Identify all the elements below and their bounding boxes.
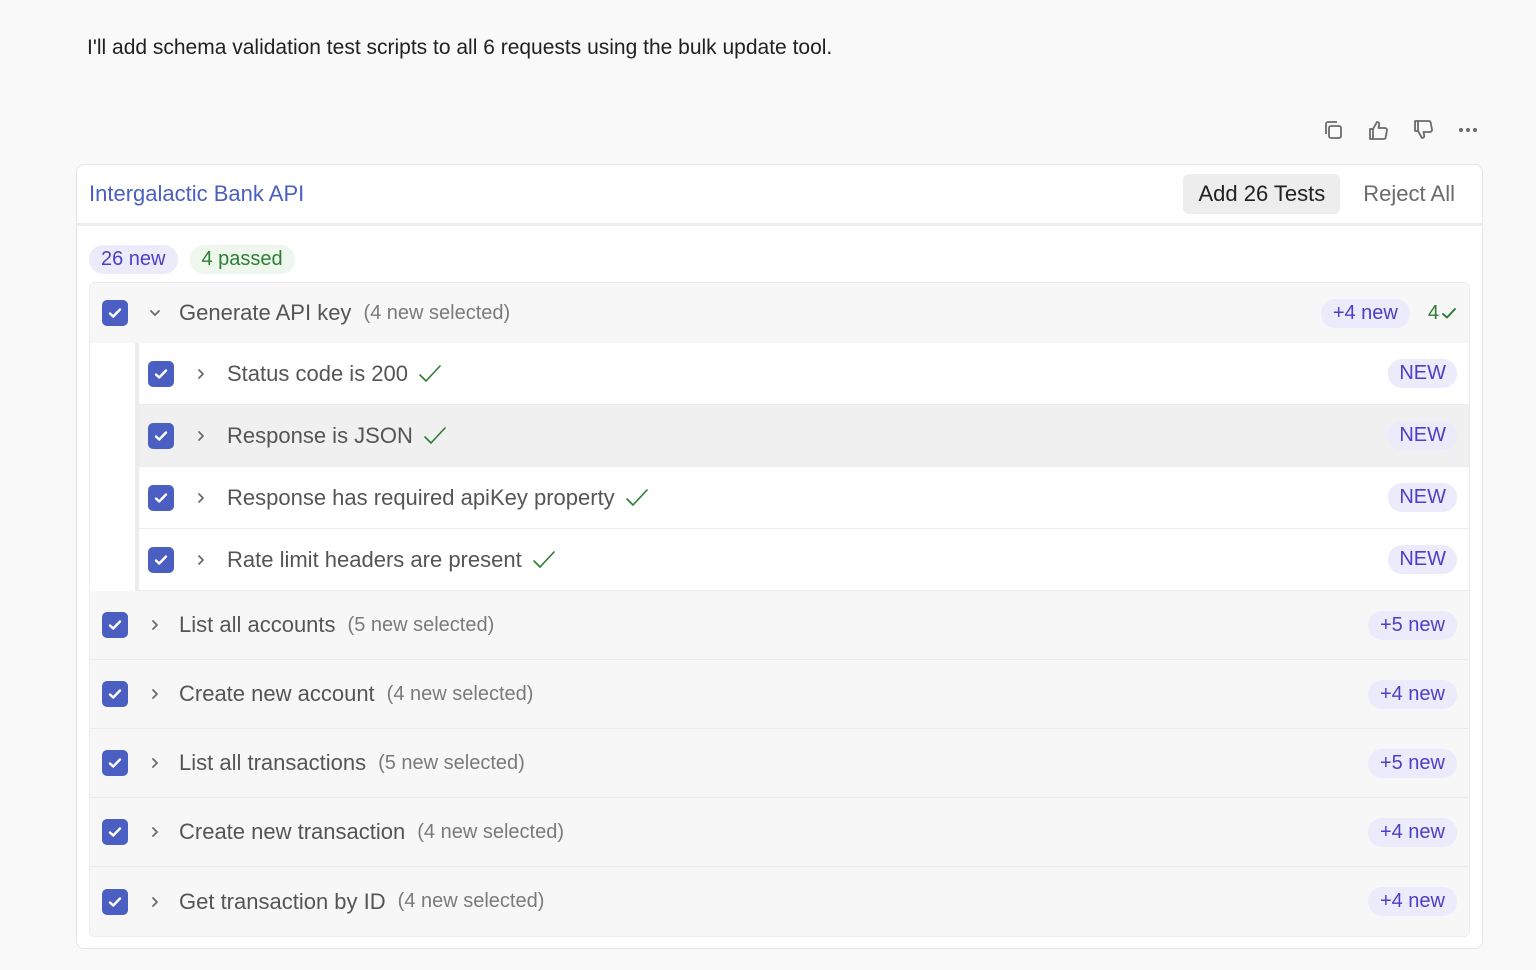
- group-new-badge: +5 new: [1367, 610, 1457, 640]
- group-subtitle: (4 new selected): [386, 682, 534, 705]
- request-group[interactable]: Create new transaction (4 new selected) …: [90, 798, 1469, 867]
- summary-badges: 26 new 4 passed: [77, 226, 1482, 281]
- chevron-right-icon[interactable]: [192, 554, 210, 566]
- group-checkbox[interactable]: [102, 819, 128, 845]
- test-review-panel: Intergalactic Bank API Add 26 Tests Reje…: [76, 164, 1483, 949]
- request-group[interactable]: List all transactions (5 new selected) +…: [90, 729, 1469, 798]
- group-checkbox[interactable]: [102, 300, 128, 326]
- request-group[interactable]: List all accounts (5 new selected) +5 ne…: [90, 591, 1469, 660]
- test-checkbox[interactable]: [148, 484, 174, 511]
- thumbs-up-icon[interactable]: [1366, 118, 1390, 142]
- group-new-badge: +4 new: [1320, 298, 1410, 328]
- check-icon: [423, 426, 447, 446]
- test-row[interactable]: Response is JSON NEW: [139, 405, 1469, 467]
- test-checkbox[interactable]: [148, 546, 174, 573]
- test-title: Response has required apiKey property: [227, 484, 615, 510]
- header-buttons: Add 26 Tests Reject All: [1183, 174, 1470, 214]
- chevron-right-icon[interactable]: [192, 430, 210, 442]
- group-title: Get transaction by ID: [179, 888, 386, 914]
- group-subtitle: (5 new selected): [378, 751, 525, 774]
- group-new-badge: +4 new: [1367, 679, 1457, 709]
- test-checkbox[interactable]: [148, 360, 174, 387]
- new-tag: NEW: [1388, 545, 1457, 574]
- request-group[interactable]: Create new account (4 new selected) +4 n…: [90, 660, 1469, 729]
- reject-all-button[interactable]: Reject All: [1348, 174, 1470, 214]
- group-title: List all accounts: [179, 612, 336, 637]
- group-checkbox[interactable]: [102, 888, 128, 915]
- group-badges: +4 new 4: [1320, 298, 1457, 328]
- chevron-right-icon[interactable]: [192, 368, 210, 380]
- test-list: Status code is 200 NEW Response is JSON …: [135, 343, 1469, 591]
- group-badges: +4 new: [1367, 887, 1457, 916]
- new-count-badge: 26 new: [89, 245, 178, 274]
- group-title: Create new transaction: [179, 819, 406, 844]
- passed-count-badge: 4 passed: [189, 245, 295, 274]
- group-subtitle: (4 new selected): [417, 820, 564, 843]
- request-group[interactable]: Get transaction by ID (4 new selected) +…: [90, 867, 1469, 936]
- chevron-down-icon[interactable]: [142, 306, 168, 320]
- group-title: List all transactions: [179, 750, 367, 775]
- group-badges: +4 new: [1367, 679, 1457, 709]
- request-list: Generate API key (4 new selected) +4 new…: [89, 282, 1470, 937]
- new-tag: NEW: [1388, 421, 1457, 450]
- group-badges: +5 new: [1367, 748, 1457, 778]
- check-icon: [1442, 308, 1456, 319]
- test-row[interactable]: Response has required apiKey property NE…: [139, 467, 1469, 529]
- group-passed-badge: 4: [1428, 302, 1457, 325]
- group-title: Create new account: [179, 681, 375, 706]
- test-title: Rate limit headers are present: [227, 546, 522, 572]
- group-title: Generate API key: [179, 300, 352, 325]
- group-checkbox[interactable]: [102, 612, 128, 638]
- more-icon[interactable]: [1456, 118, 1480, 142]
- message-actions: [1321, 118, 1480, 142]
- group-subtitle: (4 new selected): [397, 890, 545, 912]
- collection-link[interactable]: Intergalactic Bank API: [89, 181, 304, 207]
- chevron-right-icon[interactable]: [142, 826, 168, 838]
- group-new-badge: +5 new: [1367, 748, 1457, 778]
- group-subtitle: (4 new selected): [363, 301, 511, 324]
- test-checkbox[interactable]: [148, 422, 174, 449]
- passed-count: 4: [1427, 301, 1439, 324]
- chevron-right-icon[interactable]: [142, 619, 168, 631]
- test-row[interactable]: Rate limit headers are present NEW: [139, 529, 1469, 591]
- chevron-right-icon[interactable]: [192, 492, 210, 504]
- new-tag: NEW: [1388, 359, 1457, 388]
- check-icon: [532, 550, 556, 570]
- chevron-right-icon[interactable]: [142, 688, 168, 700]
- group-checkbox[interactable]: [102, 750, 128, 776]
- test-title: Status code is 200: [227, 360, 409, 386]
- assistant-message: I'll add schema validation test scripts …: [87, 36, 833, 59]
- chevron-right-icon[interactable]: [142, 896, 168, 908]
- test-title: Response is JSON: [227, 422, 413, 448]
- check-icon: [625, 488, 649, 508]
- request-group[interactable]: Generate API key (4 new selected) +4 new…: [90, 283, 1469, 343]
- chevron-right-icon[interactable]: [142, 757, 168, 769]
- copy-icon[interactable]: [1321, 118, 1345, 142]
- new-tag: NEW: [1388, 483, 1457, 512]
- group-new-badge: +4 new: [1367, 887, 1457, 916]
- thumbs-down-icon[interactable]: [1411, 118, 1435, 142]
- group-badges: +5 new: [1367, 610, 1457, 640]
- group-badges: +4 new: [1367, 817, 1457, 847]
- group-subtitle: (5 new selected): [347, 613, 495, 636]
- group-new-badge: +4 new: [1367, 817, 1457, 847]
- group-checkbox[interactable]: [102, 681, 128, 707]
- add-tests-button[interactable]: Add 26 Tests: [1183, 174, 1341, 214]
- test-row[interactable]: Status code is 200 NEW: [139, 343, 1469, 405]
- panel-header: Intergalactic Bank API Add 26 Tests Reje…: [77, 165, 1482, 226]
- check-icon: [418, 364, 442, 384]
